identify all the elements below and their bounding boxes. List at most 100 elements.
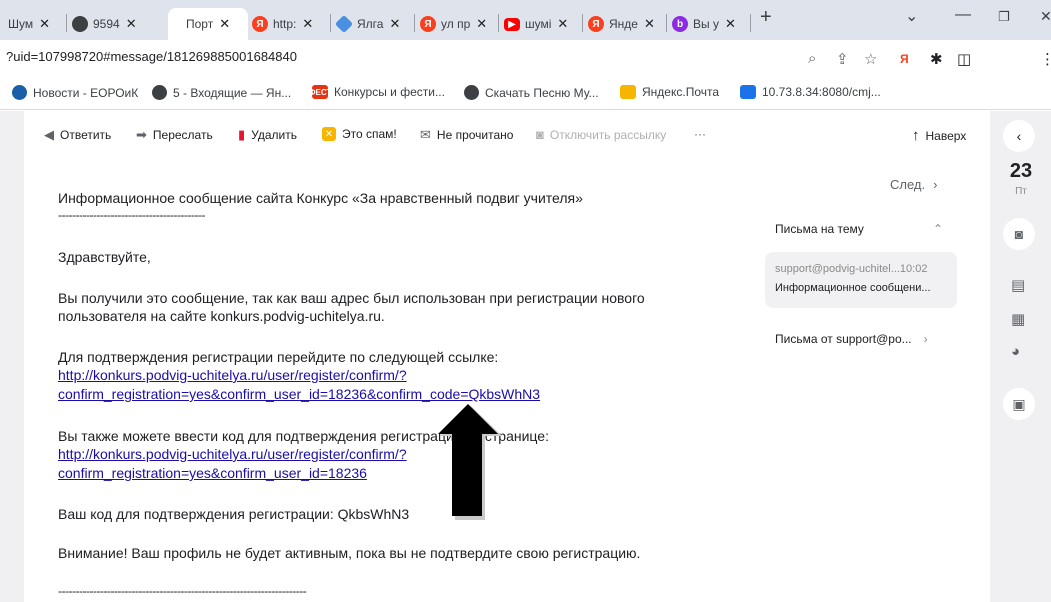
bookmark-item[interactable]: ФЕСТ Конкурсы и фести...: [309, 85, 445, 99]
close-window-icon[interactable]: ✕: [1040, 8, 1051, 25]
calendar-day[interactable]: 23: [1001, 160, 1041, 183]
yandex-icon: Я: [252, 16, 268, 32]
address-bar-row: ?uid=107998720#message/18126988500168484…: [0, 40, 1051, 109]
close-tab-icon[interactable]: ✕: [725, 16, 736, 32]
annotation-arrow: [438, 404, 502, 520]
thread-sender: support@podvig-uchitel...10:02: [775, 263, 928, 275]
notes-icon[interactable]: ▤: [1011, 276, 1025, 294]
fest-logo-icon: ФЕСТ: [309, 85, 331, 99]
restore-icon[interactable]: ❐: [998, 9, 1010, 25]
youtube-icon: ▶: [504, 17, 520, 31]
extensions-puzzle-icon[interactable]: ✱: [930, 50, 943, 68]
bookmark-item[interactable]: Яндекс.Почта: [620, 85, 719, 99]
yandex-icon: Я: [588, 16, 604, 32]
zoom-icon[interactable]: ⌕: [808, 50, 816, 67]
message-subject: Информационное сообщение сайта Конкурс «…: [58, 190, 583, 206]
close-tab-icon[interactable]: ✕: [389, 16, 400, 32]
reply-arrow-icon: ◀: [44, 127, 54, 142]
reply-button[interactable]: ◀ Ответить: [44, 127, 111, 143]
tab-title: Янде: [609, 17, 638, 31]
up-arrow-icon: ↑: [912, 127, 920, 144]
yandex-icon: Я: [420, 16, 436, 32]
bookmark-label: Новости - ЕОРОиК: [33, 85, 139, 100]
globe-icon: [72, 16, 88, 32]
collapse-sidebar-button[interactable]: ‹: [1003, 120, 1035, 152]
confirm-page-link[interactable]: confirm_registration=yes&confirm_user_id…: [58, 464, 367, 482]
tab-title: 9594: [93, 17, 120, 31]
message-toolbar: ◀ Ответить ➡ Переслать ▮ Удалить ✕ Это спам!…: [24, 120, 990, 150]
chevron-left-icon: ‹: [1016, 128, 1022, 144]
bookmark-item[interactable]: Скачать Песню Му...: [464, 85, 599, 100]
thread-time: 10:02: [899, 263, 928, 275]
close-tab-icon[interactable]: ✕: [126, 16, 137, 32]
close-tab-icon[interactable]: ✕: [39, 16, 50, 32]
unsubscribe-button[interactable]: ◙ Отключить рассылку: [536, 127, 666, 142]
bookmark-item[interactable]: 10.73.8.34:8080/cmj...: [740, 85, 881, 99]
close-tab-icon[interactable]: ✕: [644, 16, 655, 32]
right-sidebar: [990, 111, 1051, 602]
share-icon[interactable]: ⇪: [836, 50, 849, 68]
spam-button[interactable]: ✕ Это спам!: [322, 127, 397, 141]
bookmark-label: 10.73.8.34:8080/cmj...: [762, 85, 881, 99]
confirm-page-link[interactable]: http://konkurs.podvig-uchitelya.ru/user/…: [58, 445, 407, 463]
yandex-mail-icon: [620, 85, 636, 99]
browser-tab[interactable]: 9594 ✕: [72, 8, 148, 40]
close-tab-icon[interactable]: ✕: [557, 16, 568, 32]
tab-title: http:: [273, 17, 297, 31]
browser-tab-active[interactable]: Порт ✕: [168, 8, 248, 40]
eorik-logo-icon: [12, 85, 27, 100]
music-logo-icon: [464, 85, 479, 100]
bookmark-star-icon[interactable]: ☆: [864, 50, 877, 68]
warning-text: Внимание! Ваш профиль не будет активным,…: [58, 545, 641, 561]
tab-title: Шум: [8, 17, 34, 31]
browser-tab[interactable]: b Вы у ✕: [672, 8, 748, 40]
more-actions-button[interactable]: ···: [694, 127, 706, 141]
apps-grid-icon[interactable]: ▦: [1011, 310, 1025, 328]
bookmark-label: Яндекс.Почта: [642, 85, 720, 99]
new-tab-button[interactable]: +: [760, 6, 772, 29]
spam-icon: ✕: [322, 127, 336, 141]
tab-title: Ялга: [357, 17, 384, 31]
telemost-button[interactable]: ◙: [1003, 218, 1035, 250]
pie-chart-icon[interactable]: ◕: [1011, 343, 1020, 360]
body-paragraph: Для подтверждения регистрации перейдите …: [58, 349, 499, 365]
menu-kebab-icon[interactable]: ⋮: [1040, 50, 1051, 68]
browser-tab[interactable]: Шум ✕: [8, 8, 63, 40]
thread-header[interactable]: Письма на тему ⌃: [775, 222, 943, 236]
browser-tab[interactable]: Ялга ✕: [336, 8, 412, 40]
body-paragraph: Вы получили это сообщение, так как ваш а…: [58, 290, 645, 306]
tab-title: Порт: [186, 17, 214, 31]
browser-tab[interactable]: ▶ шумі ✕: [504, 8, 580, 40]
from-sender-header[interactable]: Письма от support@po... ›: [775, 332, 928, 346]
widget-button[interactable]: ▣: [1003, 388, 1035, 420]
unsubscribe-icon: ◙: [536, 127, 544, 142]
url-field[interactable]: ?uid=107998720#message/18126988500168484…: [6, 49, 297, 64]
computer-icon: [740, 85, 756, 99]
minimize-icon[interactable]: —: [955, 6, 971, 24]
side-panel-icon[interactable]: ◫: [957, 50, 971, 68]
thread-message-card[interactable]: [765, 252, 957, 308]
separator-line: ----------------------------------------…: [58, 584, 307, 598]
yandex-extension-icon[interactable]: Я: [900, 52, 909, 66]
bookmarks-bar: Новости - ЕОРОиК 5 - Входящие — Ян... ФЕ…: [0, 76, 1051, 110]
tab-search-chevron-icon[interactable]: ⌄: [905, 6, 918, 26]
bookmark-item[interactable]: Новости - ЕОРОиК: [12, 85, 138, 100]
thread-snippet: Информационное сообщени...: [775, 282, 931, 294]
scroll-top-button[interactable]: ↑ Наверх: [912, 127, 966, 144]
greeting-text: Здравствуйте,: [58, 249, 151, 265]
confirm-link[interactable]: http://konkurs.podvig-uchitelya.ru/user/…: [58, 366, 407, 384]
separator-line: ----------------------------------------…: [58, 208, 205, 222]
mark-unread-button[interactable]: ✉ Не прочитано: [420, 127, 513, 143]
close-tab-icon[interactable]: ✕: [476, 16, 487, 32]
confirm-link[interactable]: confirm_registration=yes&confirm_user_id…: [58, 385, 540, 403]
close-tab-icon[interactable]: ✕: [219, 16, 230, 32]
bookmark-item[interactable]: 5 - Входящие — Ян...: [152, 85, 291, 100]
next-message-button[interactable]: След. ›: [890, 177, 937, 192]
close-tab-icon[interactable]: ✕: [302, 16, 313, 32]
browser-tab[interactable]: Я ул пр ✕: [420, 8, 496, 40]
browser-tab[interactable]: Я http: ✕: [252, 8, 328, 40]
forward-button[interactable]: ➡ Переслать: [136, 127, 213, 143]
delete-button[interactable]: ▮ Удалить: [238, 127, 297, 143]
browser-tab[interactable]: Я Янде ✕: [588, 8, 664, 40]
document-icon: ▣: [1012, 395, 1026, 412]
